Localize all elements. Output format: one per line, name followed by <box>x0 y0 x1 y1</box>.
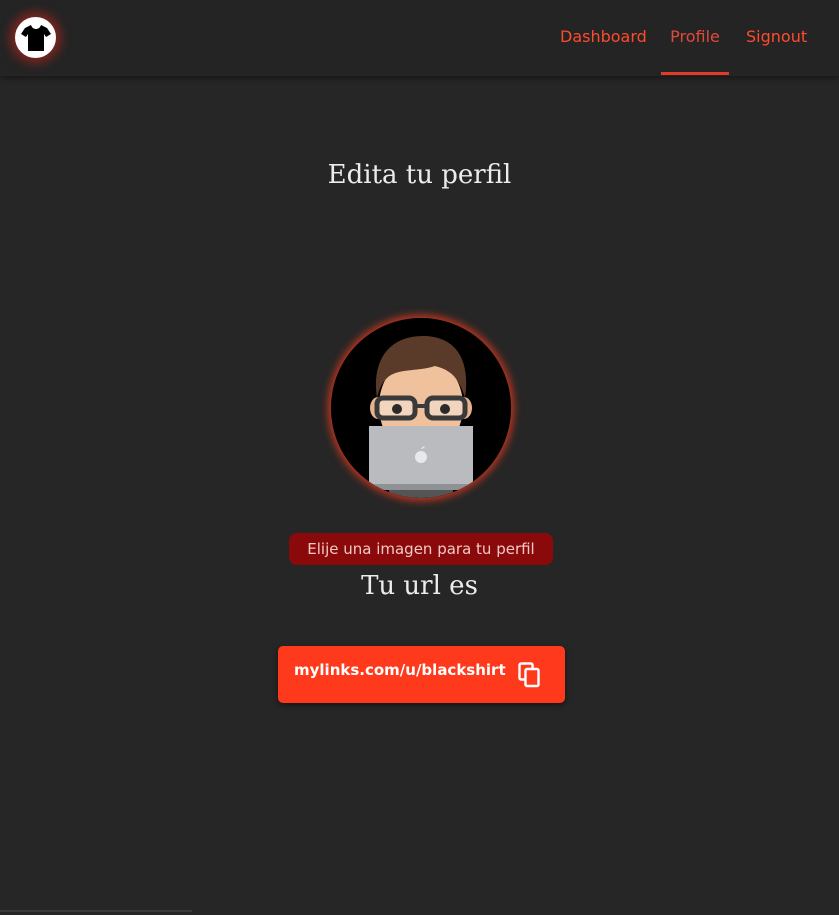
profile-url-box[interactable]: mylinks.com/u/blackshirt <box>278 646 565 703</box>
choose-image-button[interactable]: Elije una imagen para tu perfil <box>289 533 553 565</box>
nav-dashboard[interactable]: Dashboard <box>560 0 647 76</box>
nav-profile[interactable]: Profile <box>661 0 729 76</box>
active-tab-indicator <box>661 72 729 75</box>
memoji-avatar <box>331 318 511 498</box>
url-heading: Tu url es <box>361 571 478 601</box>
profile-url-text: mylinks.com/u/blackshirt <box>294 661 506 679</box>
page-title: Edita tu perfil <box>327 160 512 190</box>
logo[interactable] <box>15 17 56 58</box>
bottom-divider <box>0 910 192 912</box>
copy-icon[interactable] <box>518 662 542 688</box>
top-bar: Dashboard Profile Signout <box>0 0 839 76</box>
tshirt-icon <box>20 24 51 51</box>
profile-avatar <box>331 318 511 498</box>
nav-signout[interactable]: Signout <box>746 0 807 76</box>
